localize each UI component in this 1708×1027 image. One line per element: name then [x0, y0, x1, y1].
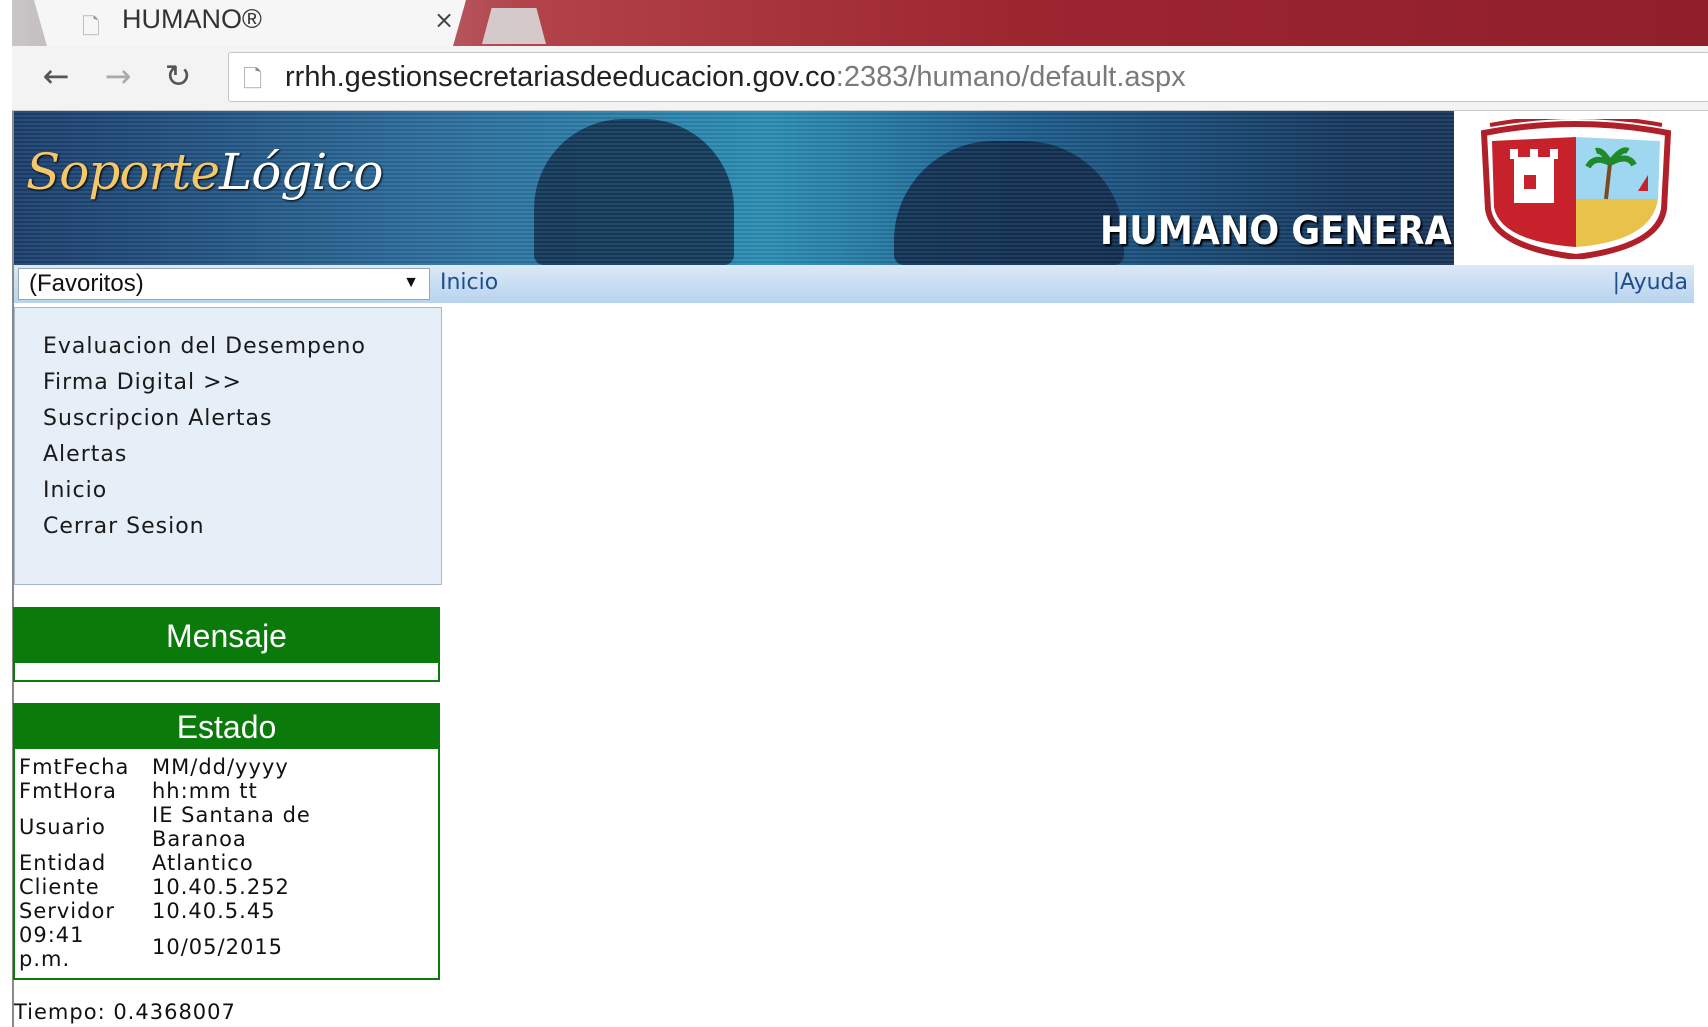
browser-tab-strip: 🗋 HUMANO® × [12, 0, 1708, 46]
logo-part2: Lógico [219, 143, 383, 201]
crest-area [1454, 111, 1694, 265]
tiempo-text: Tiempo: 0.4368007 [14, 1000, 236, 1024]
estado-key: 09:41 p.m. [19, 923, 85, 971]
estado-row: FmtHora hh:mm tt [19, 779, 412, 803]
soporte-logico-logo: SoporteLógico [26, 143, 383, 201]
dropdown-arrow-icon: ▼ [403, 274, 419, 291]
menu-item-cerrar-sesion[interactable]: Cerrar Sesion [43, 514, 205, 539]
estado-table: FmtFecha MM/dd/yyyy FmtHora hh:mm tt Usu… [19, 755, 412, 971]
estado-key: Servidor [19, 899, 115, 923]
url-host: rrhh.gestionsecretariasdeeducacion.gov.c… [285, 61, 836, 93]
estado-key: FmtHora [19, 779, 117, 803]
estado-panel: Estado FmtFecha MM/dd/yyyy FmtHora hh:mm… [13, 703, 440, 980]
browser-tab[interactable]: 🗋 HUMANO® × [34, 0, 466, 46]
estado-value: 10.40.5.252 [152, 875, 290, 899]
window-left-edge [0, 0, 14, 1027]
menu-item-inicio[interactable]: Inicio [43, 478, 107, 503]
estado-key: FmtFecha [19, 755, 130, 779]
page-icon: 🗋 [243, 65, 263, 93]
close-tab-icon[interactable]: × [434, 6, 454, 34]
estado-row: FmtFecha MM/dd/yyyy [19, 755, 412, 779]
mensaje-title: Mensaje [15, 609, 438, 663]
menu-item-alertas[interactable]: Alertas [43, 442, 127, 467]
reload-icon[interactable]: ↻ [158, 56, 198, 96]
banner-figure [894, 141, 1124, 265]
estado-row: Servidor 10.40.5.45 [19, 899, 412, 923]
back-arrow-icon[interactable]: ← [36, 56, 76, 96]
logo-part1: Soporte [26, 143, 220, 201]
estado-row: Cliente 10.40.5.252 [19, 875, 412, 899]
estado-row: 09:41 p.m. 10/05/2015 [19, 923, 412, 971]
address-bar[interactable]: 🗋 rrhh.gestionsecretariasdeeducacion.gov… [228, 52, 1708, 102]
favorites-value: (Favoritos) [29, 270, 144, 297]
banner-figure [534, 119, 734, 265]
browser-toolbar: ← → ↻ 🗋 rrhh.gestionsecretariasdeeducaci… [12, 46, 1708, 111]
tab-title: HUMANO® [122, 4, 262, 34]
menu-item-firma-digital[interactable]: Firma Digital >> [43, 370, 242, 395]
app-title: HUMANO GENERAL [1100, 209, 1475, 254]
estado-value: MM/dd/yyyy [152, 755, 289, 779]
new-tab-button[interactable] [482, 8, 546, 44]
estado-key: Entidad [19, 851, 107, 875]
estado-value: IE Santana de Baranoa [152, 803, 311, 851]
nav-link-ayuda[interactable]: |Ayuda [1613, 270, 1688, 295]
coat-of-arms-icon [1480, 119, 1672, 259]
estado-key: Usuario [19, 815, 106, 839]
page-icon: 🗋 [82, 15, 100, 40]
estado-value: Atlantico [152, 851, 254, 875]
estado-row: Usuario IE Santana de Baranoa [19, 803, 412, 851]
estado-row: Entidad Atlantico [19, 851, 412, 875]
nav-link-inicio[interactable]: Inicio [440, 270, 498, 295]
estado-title: Estado [15, 705, 438, 749]
mensaje-panel: Mensaje [13, 607, 440, 682]
estado-value: 10/05/2015 [152, 935, 284, 959]
menu-item-suscripcion-alertas[interactable]: Suscripcion Alertas [43, 406, 273, 431]
estado-key: Cliente [19, 875, 100, 899]
side-menu: Evaluacion del Desempeno Firma Digital >… [14, 307, 442, 585]
url-text: rrhh.gestionsecretariasdeeducacion.gov.c… [285, 61, 1186, 94]
estado-value: hh:mm tt [152, 779, 258, 803]
app-banner: SoporteLógico HUMANO GENERAL [14, 111, 1694, 265]
estado-value: 10.40.5.45 [152, 899, 276, 923]
menu-item-evaluacion[interactable]: Evaluacion del Desempeno [43, 334, 366, 359]
url-path: :2383/humano/default.aspx [835, 61, 1186, 93]
favorites-select[interactable]: (Favoritos) ▼ [18, 268, 430, 300]
nav-bar: (Favoritos) ▼ Inicio |Ayuda [14, 265, 1694, 303]
forward-arrow-icon[interactable]: → [98, 56, 138, 96]
